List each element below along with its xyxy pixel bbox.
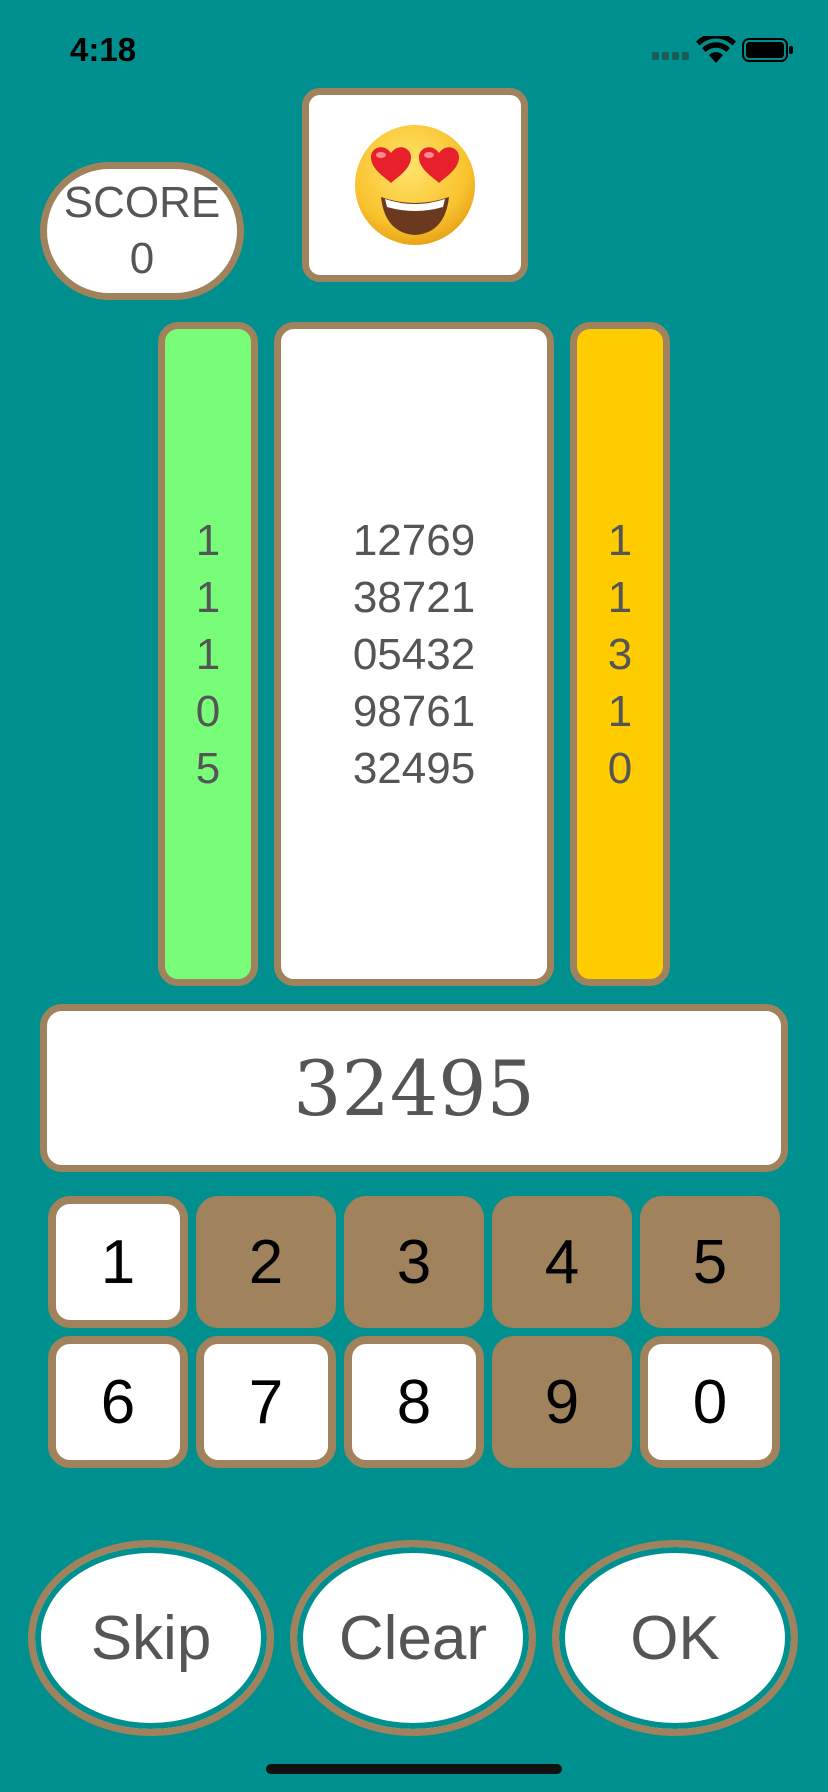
cellular-signal-icon <box>652 52 692 60</box>
guess-history-row: 12769 <box>352 515 476 565</box>
right-hint-value: 3 <box>607 629 633 679</box>
score-display: SCORE 0 <box>40 162 244 300</box>
skip-button[interactable]: Skip <box>28 1540 274 1736</box>
score-value: 0 <box>129 234 155 283</box>
emoji-display <box>302 88 528 282</box>
ok-button[interactable]: OK <box>552 1540 798 1736</box>
left-hint-value: 1 <box>195 572 221 622</box>
score-label: SCORE <box>63 178 221 227</box>
left-hint-column: 1 1 1 0 5 <box>158 322 258 986</box>
wifi-icon <box>696 36 736 63</box>
clear-button[interactable]: Clear <box>290 1540 536 1736</box>
key-8[interactable]: 8 <box>344 1336 484 1468</box>
home-indicator <box>266 1764 562 1774</box>
guess-history-row: 98761 <box>352 686 476 736</box>
left-hint-value: 1 <box>195 629 221 679</box>
guess-history-row: 38721 <box>352 572 476 622</box>
right-hint-value: 0 <box>607 743 633 793</box>
right-hint-value: 1 <box>607 515 633 565</box>
key-4[interactable]: 4 <box>492 1196 632 1328</box>
right-hint-value: 1 <box>607 572 633 622</box>
key-5[interactable]: 5 <box>640 1196 780 1328</box>
right-hint-column: 1 1 3 1 0 <box>570 322 670 986</box>
key-7[interactable]: 7 <box>196 1336 336 1468</box>
key-0[interactable]: 0 <box>640 1336 780 1468</box>
status-time: 4:18 <box>70 31 137 68</box>
current-guess-value: 32495 <box>293 1043 535 1133</box>
key-9[interactable]: 9 <box>492 1336 632 1468</box>
battery-icon <box>742 38 793 62</box>
left-hint-value: 5 <box>195 743 221 793</box>
guess-history-row: 32495 <box>352 743 476 793</box>
key-1[interactable]: 1 <box>48 1196 188 1328</box>
key-3[interactable]: 3 <box>344 1196 484 1328</box>
heart-eyes-emoji-icon <box>355 125 475 245</box>
right-hint-value: 1 <box>607 686 633 736</box>
guess-history-row: 05432 <box>352 629 476 679</box>
key-2[interactable]: 2 <box>196 1196 336 1328</box>
guess-history-column: 12769 38721 05432 98761 32495 <box>274 322 554 986</box>
current-guess-display: 32495 <box>40 1004 788 1172</box>
left-hint-value: 1 <box>195 515 221 565</box>
left-hint-value: 0 <box>195 686 221 736</box>
key-6[interactable]: 6 <box>48 1336 188 1468</box>
